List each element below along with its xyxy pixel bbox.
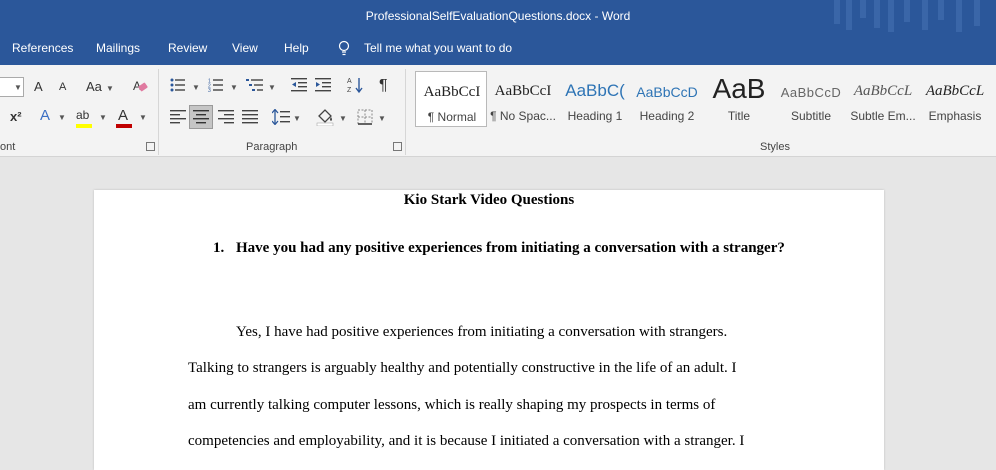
style-preview: AaBbCcL bbox=[853, 83, 913, 99]
grow-font-button[interactable]: A bbox=[34, 79, 43, 94]
style-name: Subtle Em... bbox=[850, 109, 916, 123]
align-left-icon[interactable] bbox=[170, 110, 186, 124]
increase-indent-icon[interactable] bbox=[315, 78, 331, 92]
style-normal[interactable]: AaBbCcI ¶ Normal bbox=[415, 71, 487, 127]
window-title: ProfessionalSelfEvaluationQuestions.docx… bbox=[365, 9, 631, 23]
justify-icon[interactable] bbox=[242, 110, 258, 124]
chevron-down-icon: ▼ bbox=[58, 113, 66, 122]
shading-icon[interactable] bbox=[316, 108, 334, 126]
show-formatting-marks-icon[interactable]: ¶ bbox=[379, 77, 388, 95]
style-subtitle[interactable]: AaBbCcD Subtitle bbox=[775, 71, 847, 127]
document-title: Kio Stark Video Questions bbox=[403, 192, 575, 208]
tab-mailings[interactable]: Mailings bbox=[96, 41, 140, 55]
tab-references[interactable]: References bbox=[12, 41, 73, 55]
font-size-box[interactable]: ▼ bbox=[0, 77, 24, 97]
highlight-color-swatch bbox=[76, 124, 92, 128]
styles-group-label: Styles bbox=[760, 141, 790, 153]
borders-icon[interactable] bbox=[357, 109, 373, 125]
multilevel-list-icon[interactable] bbox=[246, 78, 264, 92]
paragraph-dialog-launcher[interactable] bbox=[393, 142, 402, 151]
separator bbox=[158, 69, 159, 155]
chevron-down-icon: ▼ bbox=[293, 114, 301, 123]
numbering-icon[interactable]: 1 2 3 bbox=[208, 78, 224, 92]
style-preview: AaBbCcD bbox=[636, 84, 698, 100]
highlight-button[interactable]: ab bbox=[76, 108, 89, 122]
font-dialog-launcher[interactable] bbox=[146, 142, 155, 151]
style-no-spacing[interactable]: AaBbCcI ¶ No Spac... bbox=[487, 71, 559, 127]
body-line: competencies and employability, and it i… bbox=[188, 433, 745, 449]
style-name: ¶ No Spac... bbox=[490, 109, 556, 123]
separator bbox=[405, 69, 406, 155]
style-name: ¶ Normal bbox=[427, 110, 477, 124]
ribbon: ▼ A A Aa ▼ A x² A ▼ ab ▼ A ▼ ont ▼ 1 2 3… bbox=[0, 65, 996, 157]
chevron-down-icon: ▼ bbox=[99, 113, 107, 122]
tab-review[interactable]: Review bbox=[168, 41, 207, 55]
style-name: Emphasis bbox=[928, 109, 982, 123]
font-color-swatch bbox=[116, 124, 132, 128]
svg-text:Z: Z bbox=[347, 87, 352, 94]
body-line: Talking to strangers is arguably healthy… bbox=[188, 360, 737, 376]
document-area[interactable]: Kio Stark Video Questions 1. Have you ha… bbox=[0, 158, 996, 470]
shrink-font-button[interactable]: A bbox=[59, 81, 66, 93]
body-line: am currently talking computer lessons, w… bbox=[188, 397, 716, 413]
style-preview: AaBbCcL bbox=[925, 83, 985, 99]
style-name: Heading 1 bbox=[567, 109, 623, 123]
style-subtle-emphasis[interactable]: AaBbCcL Subtle Em... bbox=[847, 71, 919, 127]
body-line: Yes, I have had positive experiences fro… bbox=[236, 324, 728, 340]
line-spacing-icon[interactable] bbox=[272, 109, 290, 125]
decrease-indent-icon[interactable] bbox=[291, 78, 307, 92]
ribbon-tabs: References Mailings Review View Help Tel… bbox=[0, 32, 996, 65]
style-name: Title bbox=[727, 109, 751, 123]
align-right-icon[interactable] bbox=[218, 110, 234, 124]
document-page[interactable]: Kio Stark Video Questions 1. Have you ha… bbox=[94, 190, 884, 470]
font-color-button[interactable]: A bbox=[118, 107, 128, 124]
style-preview: AaBbCcI bbox=[494, 83, 552, 99]
align-center-button[interactable] bbox=[189, 105, 213, 129]
style-preview: AaBbCcD bbox=[780, 85, 842, 100]
chevron-down-icon: ▼ bbox=[14, 83, 22, 92]
question-number: 1. bbox=[213, 240, 225, 256]
style-heading-1[interactable]: AaBbC( Heading 1 bbox=[559, 71, 631, 127]
chevron-down-icon: ▼ bbox=[139, 113, 147, 122]
sort-icon[interactable]: A Z bbox=[347, 76, 363, 94]
style-name: Heading 2 bbox=[639, 109, 695, 123]
change-case-button[interactable]: Aa bbox=[86, 79, 102, 94]
tab-help[interactable]: Help bbox=[284, 41, 309, 55]
style-heading-2[interactable]: AaBbCcD Heading 2 bbox=[631, 71, 703, 127]
clear-formatting-icon[interactable]: A bbox=[132, 78, 148, 94]
tell-me-search[interactable]: Tell me what you want to do bbox=[364, 41, 512, 55]
chevron-down-icon: ▼ bbox=[378, 114, 386, 123]
paragraph-group-label: Paragraph bbox=[246, 141, 298, 153]
chevron-down-icon: ▼ bbox=[339, 114, 347, 123]
style-name: Subtitle bbox=[790, 109, 832, 123]
chevron-down-icon: ▼ bbox=[230, 83, 238, 92]
tab-view[interactable]: View bbox=[232, 41, 258, 55]
style-emphasis[interactable]: AaBbCcL Emphasis bbox=[919, 71, 991, 127]
style-title[interactable]: AaB Title bbox=[703, 71, 775, 127]
chevron-down-icon: ▼ bbox=[192, 83, 200, 92]
title-bar: ProfessionalSelfEvaluationQuestions.docx… bbox=[0, 0, 996, 32]
text-effects-button[interactable]: A bbox=[40, 107, 50, 124]
lightbulb-icon[interactable] bbox=[338, 40, 350, 56]
font-group-label: ont bbox=[0, 141, 16, 153]
svg-text:3: 3 bbox=[208, 88, 211, 92]
chevron-down-icon: ▼ bbox=[106, 84, 114, 93]
question-text: Have you had any positive experiences fr… bbox=[236, 240, 785, 256]
style-preview: AaB bbox=[712, 73, 766, 104]
style-preview: AaBbC( bbox=[565, 81, 625, 100]
align-center-icon bbox=[193, 110, 209, 124]
svg-text:A: A bbox=[347, 78, 352, 85]
chevron-down-icon: ▼ bbox=[268, 83, 276, 92]
style-preview: AaBbCcI bbox=[423, 84, 481, 100]
superscript-button[interactable]: x² bbox=[10, 109, 22, 124]
bullets-icon[interactable] bbox=[170, 78, 186, 92]
